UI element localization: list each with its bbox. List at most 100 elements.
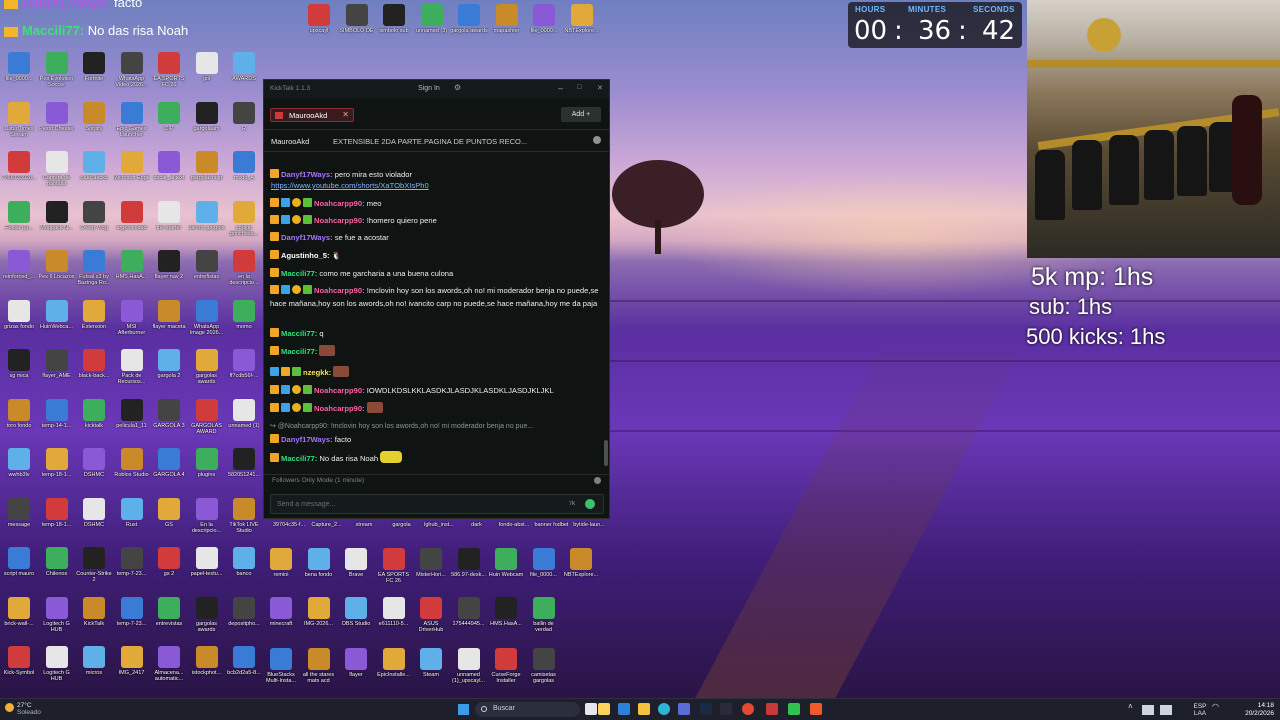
chat-scrollbar[interactable] xyxy=(604,440,608,466)
desktop-icon[interactable]: CurseForge Installer xyxy=(487,648,525,684)
desktop-icon[interactable]: OBS Studio xyxy=(337,597,375,633)
desktop-icon[interactable]: flayer nav 2 xyxy=(150,250,188,286)
desktop-icon[interactable]: gargolaam xyxy=(188,101,226,138)
desktop-icon[interactable]: Chilenos xyxy=(38,547,76,583)
desktop-icon[interactable]: script mauro xyxy=(0,547,38,583)
desktop-icon[interactable]: 175444945... xyxy=(450,597,488,633)
desktop-icon[interactable]: entrevistas xyxy=(150,596,188,633)
youtube-link[interactable]: https://www.youtube.com/shorts/XaTObXIsP… xyxy=(271,181,429,190)
chat-username[interactable]: Maccili77: xyxy=(281,269,317,278)
desktop-icon[interactable]: brick-wall-... xyxy=(0,596,38,633)
desktop-icon[interactable]: HuinWebca... xyxy=(38,299,76,336)
reply-preview[interactable]: ↪ @Noahcarpp90: !mclovin hoy son los awo… xyxy=(270,421,600,432)
store-icon[interactable] xyxy=(678,703,690,715)
desktop-icon[interactable]: EA SPORTS FC 26 xyxy=(375,548,413,584)
desktop-icon[interactable]: Extension xyxy=(75,299,113,336)
desktop-icon[interactable]: temp-18-1... xyxy=(38,497,76,534)
desktop-icon[interactable]: file_0000... xyxy=(525,548,563,584)
desktop-icon[interactable]: Microsoft Edge xyxy=(113,151,151,187)
app-icon[interactable] xyxy=(720,703,732,715)
desktop-icon[interactable]: NBTExplore... xyxy=(563,4,601,40)
desktop-icon[interactable]: stream xyxy=(345,520,383,534)
fc-icon[interactable] xyxy=(700,703,712,715)
desktop-icon[interactable]: Epic Games Launcher xyxy=(113,101,151,138)
desktop-icon[interactable]: Spotify xyxy=(75,101,113,138)
desktop-icon[interactable]: toro fondo xyxy=(0,398,38,435)
desktop-icon[interactable]: MisterHori... xyxy=(412,548,450,584)
desktop-icon[interactable]: NBTExplore... xyxy=(562,548,600,584)
desktop-icon[interactable]: GARGOLAS AWARD xyxy=(188,398,226,435)
desktop-icon[interactable]: MSI Afterburner xyxy=(113,299,151,336)
desktop-icon[interactable]: flayer_AME xyxy=(38,349,76,385)
desktop-icon[interactable]: entrefistas xyxy=(188,250,226,286)
desktop-icon[interactable]: pelicula1_11 xyxy=(113,398,151,435)
desktop-icon[interactable]: wwhb3lv xyxy=(0,448,38,484)
desktop-icon[interactable]: Brave xyxy=(337,548,375,584)
desktop-icon[interactable]: bytide-laun... xyxy=(570,520,608,534)
wifi-icon[interactable]: ◠ xyxy=(1212,703,1219,711)
desktop-icon[interactable]: lghub_inst... xyxy=(420,520,458,534)
desktop-icon[interactable]: flayer maceta xyxy=(150,299,188,336)
folder-icon[interactable] xyxy=(638,703,650,715)
desktop-icon[interactable]: En la descripcio... xyxy=(188,497,226,534)
desktop-icon[interactable]: minecraft xyxy=(262,597,300,633)
desktop-icon[interactable]: GARGOLA 3 xyxy=(150,398,188,435)
desktop-icon[interactable]: papel-textu... xyxy=(188,547,226,583)
desktop-icon[interactable]: unnamed (1)_upscayl... xyxy=(450,648,488,684)
desktop-icon[interactable]: 39704c35-f... xyxy=(270,520,308,534)
desktop-icon[interactable]: EpicInstalle... xyxy=(375,648,413,684)
edge-icon[interactable] xyxy=(658,703,670,715)
kicktalk-icon[interactable] xyxy=(788,703,800,715)
desktop-icon[interactable]: temp-7-23... xyxy=(113,596,151,633)
app-icon[interactable] xyxy=(766,703,778,715)
close-button[interactable]: ✕ xyxy=(597,84,603,92)
chat-messages[interactable]: Danyf17Ways: pero mira esto violador htt… xyxy=(264,169,604,467)
brave-icon[interactable] xyxy=(810,703,822,715)
desktop-icon[interactable]: CIP xyxy=(150,101,188,138)
desktop-icon[interactable]: grizas fondo xyxy=(0,299,38,336)
desktop-icon[interactable]: Capture_2... xyxy=(308,520,346,534)
desktop-icon[interactable]: bena fondo xyxy=(300,548,338,584)
desktop-icon[interactable]: Fortnite xyxy=(75,52,113,88)
desktop-icon[interactable]: depositpho... xyxy=(225,596,263,633)
desktop-icon[interactable]: KickTalk xyxy=(75,596,113,633)
desktop-icon[interactable]: en la descripcio... xyxy=(225,250,263,286)
chrome-icon[interactable] xyxy=(742,703,754,715)
desktop-icon[interactable]: micros xyxy=(75,646,113,682)
windows-start-icon[interactable] xyxy=(458,704,469,715)
chat-username[interactable]: nzegkk: xyxy=(303,368,331,377)
desktop-icon[interactable]: camisetas gargolas xyxy=(525,648,563,684)
desktop-icon[interactable]: Captura de pantalla xyxy=(38,151,76,187)
desktop-icon[interactable]: banner fodbet xyxy=(533,520,571,534)
desktop-icon[interactable]: DsbIdTimes Stream xyxy=(0,101,38,138)
desktop-icon[interactable]: Kick-Symbol xyxy=(0,646,38,682)
weather-widget[interactable]: 27°C Soleado xyxy=(17,702,41,716)
desktop-icon[interactable]: fondo-abst... xyxy=(495,520,533,534)
desktop-icon[interactable]: Rust xyxy=(113,497,151,534)
chat-username[interactable]: Maccili77: xyxy=(281,329,317,338)
desktop-icon[interactable]: gargolas awards xyxy=(188,596,226,633)
desktop-icon[interactable]: gargola 2 xyxy=(150,349,188,385)
tab-close-icon[interactable]: ✕ xyxy=(342,110,349,119)
chat-username[interactable]: Noahcarpp90: xyxy=(314,199,365,208)
desktop-icon[interactable]: GS xyxy=(150,497,188,534)
chat-link[interactable]: https://www.youtube.com/shorts/XaTObXIsP… xyxy=(271,180,601,191)
desktop-icon[interactable]: mcdo_A xyxy=(225,151,263,187)
chat-username[interactable]: Noahcarpp90: xyxy=(314,286,365,295)
desktop-icon[interactable]: gol xyxy=(188,52,226,88)
sign-in-button[interactable]: Sign In xyxy=(418,85,440,92)
desktop-icon[interactable]: Logitech G HUB xyxy=(38,596,76,633)
desktop-icon[interactable]: unnamed (3) xyxy=(413,4,451,40)
desktop-icon[interactable]: black-back... xyxy=(75,349,113,385)
desktop-icon[interactable]: WhatsApp Video 2026... xyxy=(113,52,151,88)
desktop-icon[interactable]: Modpack N... xyxy=(38,200,76,237)
desktop-icon[interactable]: upscayl xyxy=(300,4,338,40)
desktop-icon[interactable]: e611110-5... xyxy=(375,597,413,633)
task-view-icon[interactable] xyxy=(585,703,597,715)
desktop-icon[interactable]: ballin de verdad xyxy=(525,597,563,633)
desktop-icon[interactable]: Pesto Chester xyxy=(38,101,76,138)
desktop-icon[interactable]: file_0000... xyxy=(0,52,38,88)
desktop-icon[interactable]: gargola awards xyxy=(450,4,488,40)
chat-username[interactable]: Maccili77: xyxy=(281,454,317,463)
desktop-icon[interactable]: kicktalk xyxy=(75,398,113,435)
